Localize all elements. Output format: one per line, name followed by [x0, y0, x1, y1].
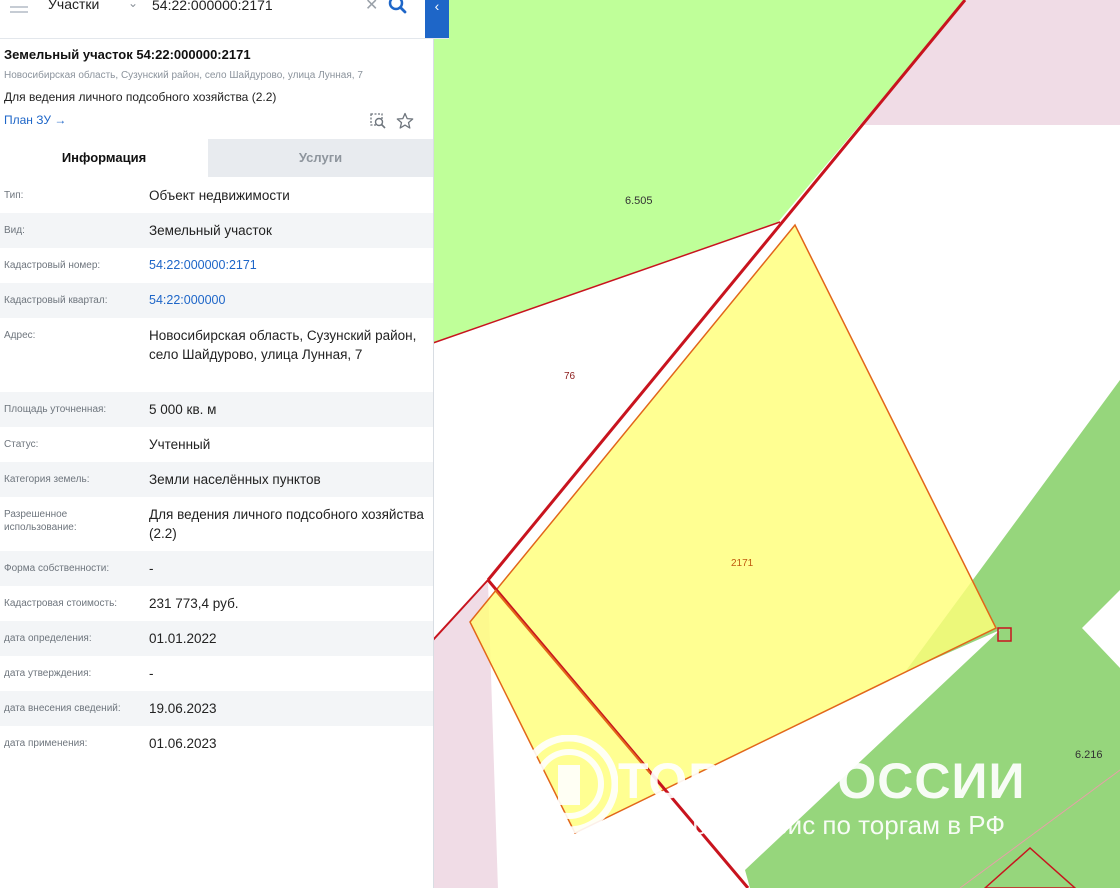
watermark-title: ТОРГИ РОССИИ	[618, 753, 1026, 809]
plan-link[interactable]: План ЗУ →	[4, 113, 66, 127]
star-icon[interactable]	[396, 112, 414, 130]
info-value: Учтенный	[149, 437, 211, 452]
tabs: Информация Услуги	[0, 139, 433, 177]
info-label: Тип:	[4, 190, 24, 201]
search-bar: Участки ⌄ ✕ ‹	[0, 0, 449, 39]
label-plot-76: 76	[564, 371, 576, 382]
info-table: Тип: Объект недвижимости Вид: Земельный …	[0, 178, 433, 761]
info-value: 19.06.2023	[149, 701, 217, 716]
category-select[interactable]: Участки	[48, 0, 99, 12]
cadastral-number-link[interactable]: 54:22:000000:2171	[149, 256, 424, 275]
info-label: Форма собственности:	[4, 563, 110, 574]
info-label: Площадь уточненная:	[4, 404, 107, 415]
info-row-area: Площадь уточненная: 5 000 кв. м	[0, 392, 433, 427]
info-value: Земли населённых пунктов	[149, 472, 321, 487]
cadastral-quarter-link[interactable]: 54:22:000000	[149, 291, 424, 310]
watermark-subtitle: маркетплейс по торгам в РФ	[660, 810, 1006, 840]
info-row-approval-date: дата утверждения: -	[0, 656, 433, 691]
info-label: дата утверждения:	[4, 668, 92, 679]
tab-services[interactable]: Услуги	[208, 139, 433, 177]
info-row-cadastral-value: Кадастровая стоимость: 231 773,4 руб.	[0, 586, 433, 621]
info-label: Кадастровый номер:	[4, 260, 101, 271]
object-use: Для ведения личного подсобного хозяйства…	[4, 90, 277, 104]
info-value: 01.01.2022	[149, 631, 217, 646]
info-label: Кадастровый квартал:	[4, 295, 108, 306]
info-row-status: Статус: Учтенный	[0, 427, 433, 462]
info-row-permitted-use: Разрешенное использование: Для ведения л…	[0, 497, 433, 551]
info-value: Объект недвижимости	[149, 188, 290, 203]
info-panel: Земельный участок 54:22:000000:2171 Ново…	[0, 0, 434, 888]
label-zone-a: 6.505	[625, 195, 653, 207]
info-value: 01.06.2023	[149, 736, 217, 751]
info-row-entry-date: дата внесения сведений: 19.06.2023	[0, 691, 433, 726]
object-title: Земельный участок 54:22:000000:2171	[4, 47, 251, 62]
search-icon[interactable]	[376, 0, 420, 22]
info-row-cadastral-quarter: Кадастровый квартал: 54:22:000000	[0, 283, 433, 318]
info-value: Земельный участок	[149, 223, 272, 238]
info-label: дата внесения сведений:	[4, 703, 121, 714]
info-row-type: Тип: Объект недвижимости	[0, 178, 433, 213]
tab-information[interactable]: Информация	[0, 139, 208, 177]
info-value: 231 773,4 руб.	[149, 596, 239, 611]
zoom-to-object-icon[interactable]	[369, 112, 387, 130]
chevron-left-icon[interactable]: ‹	[425, 0, 449, 38]
info-row-determination-date: дата определения: 01.01.2022	[0, 621, 433, 656]
info-label: Адрес:	[4, 330, 36, 341]
info-row-application-date: дата применения: 01.06.2023	[0, 726, 433, 761]
info-row-cadastral-number: Кадастровый номер: 54:22:000000:2171	[0, 248, 433, 283]
info-label: дата применения:	[4, 738, 88, 749]
label-plot-2171: 2171	[731, 558, 754, 569]
info-label: Категория земель:	[4, 474, 90, 485]
info-label: Разрешенное использование:	[4, 509, 77, 533]
search-input[interactable]	[152, 0, 352, 13]
info-row-ownership: Форма собственности: -	[0, 551, 433, 586]
info-row-kind: Вид: Земельный участок	[0, 213, 433, 248]
label-zone-b: 6.216	[1075, 749, 1103, 761]
info-value: Новосибирская область, Сузунский район, …	[149, 328, 417, 362]
info-value: -	[149, 666, 154, 681]
info-row-land-category: Категория земель: Земли населённых пункт…	[0, 462, 433, 497]
chevron-down-icon[interactable]: ⌄	[128, 0, 138, 10]
info-value: 5 000 кв. м	[149, 402, 217, 417]
info-row-address: Адрес: Новосибирская область, Сузунский …	[0, 318, 433, 392]
info-value: Для ведения личного подсобного хозяйства…	[149, 507, 424, 541]
info-value: -	[149, 561, 154, 576]
watermark-logo-icon	[520, 735, 618, 833]
info-label: Вид:	[4, 225, 25, 236]
menu-icon[interactable]	[10, 6, 28, 18]
info-label: дата определения:	[4, 633, 92, 644]
object-address: Новосибирская область, Сузунский район, …	[4, 70, 363, 81]
info-label: Статус:	[4, 439, 39, 450]
info-label: Кадастровая стоимость:	[4, 598, 118, 609]
